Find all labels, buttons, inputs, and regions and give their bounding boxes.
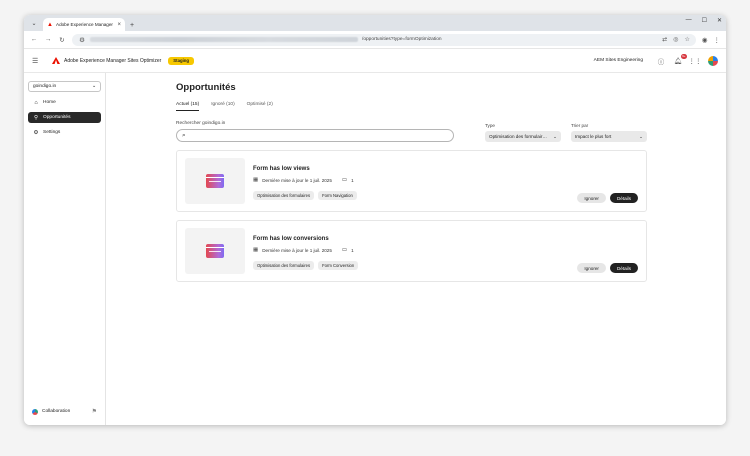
search-label: Rechercher goindigo.in bbox=[176, 121, 226, 126]
feedback-flag-icon[interactable]: ⚑ bbox=[92, 408, 97, 415]
details-button[interactable]: Détails bbox=[609, 263, 638, 273]
chevron-down-icon: ⌄ bbox=[553, 133, 557, 139]
card-thumbnail bbox=[185, 228, 245, 274]
tab-title: Adobe Experience Manager Sit… bbox=[56, 22, 114, 27]
collaboration-link[interactable]: Collaboration ⚑ bbox=[32, 408, 97, 415]
tag: Optimisation des formulaires bbox=[253, 261, 315, 270]
apps-grid-icon[interactable]: ⋮⋮ bbox=[689, 57, 702, 65]
close-tab-icon[interactable]: × bbox=[117, 22, 121, 28]
adobe-favicon-icon: ▲ bbox=[47, 21, 53, 28]
tab-ignored[interactable]: Ignoré (10) bbox=[211, 102, 234, 111]
browser-window: ⌄ ▲ Adobe Experience Manager Sit… × + — … bbox=[24, 15, 726, 425]
close-window-icon[interactable]: ✕ bbox=[717, 17, 722, 24]
details-button[interactable]: Détails bbox=[609, 193, 638, 203]
sidebar-item-label: Home bbox=[43, 100, 56, 105]
site-picker-value: goindigo.in bbox=[33, 84, 57, 89]
maximize-icon[interactable]: ☐ bbox=[702, 17, 707, 24]
site-picker[interactable]: goindigo.in ⌄ bbox=[28, 81, 101, 92]
gear-icon: ⚙ bbox=[33, 129, 39, 136]
minimize-icon[interactable]: — bbox=[686, 17, 692, 24]
status-tabs: Actuel (15) Ignoré (10) Optimisé (2) bbox=[176, 102, 726, 111]
page-count-icon: ▭ bbox=[341, 177, 348, 183]
calendar-icon: ▦ bbox=[253, 177, 259, 183]
main-content: Opportunités Actuel (15) Ignoré (10) Opt… bbox=[106, 73, 726, 425]
staging-badge: Staging bbox=[168, 56, 195, 65]
tab-current[interactable]: Actuel (15) bbox=[176, 102, 200, 111]
ignore-button[interactable]: Ignorer bbox=[577, 263, 606, 273]
bookmark-star-icon[interactable]: ☆ bbox=[684, 36, 689, 43]
search-box[interactable]: ⌕ bbox=[176, 129, 454, 142]
form-icon bbox=[206, 174, 224, 188]
url-input[interactable]: ⚙ /opportunities?type=formOptimization ⇄… bbox=[72, 33, 696, 46]
search-input[interactable] bbox=[189, 133, 448, 138]
back-icon[interactable]: ← bbox=[30, 36, 38, 43]
forward-icon[interactable]: → bbox=[44, 36, 52, 43]
new-tab-icon[interactable]: + bbox=[127, 19, 137, 31]
tab-strip: ⌄ ▲ Adobe Experience Manager Sit… × + — … bbox=[24, 15, 726, 31]
adobe-logo-icon bbox=[52, 57, 60, 64]
card-title: Form has low views bbox=[253, 166, 310, 172]
hamburger-menu-icon[interactable]: ☰ bbox=[32, 57, 44, 65]
translate-icon[interactable]: ⇄ bbox=[662, 36, 667, 43]
tag: Form Conversion bbox=[318, 261, 359, 270]
card-updated: Dernière mise à jour le 1 juil. 2025 bbox=[262, 177, 332, 183]
reload-icon[interactable]: ↻ bbox=[58, 36, 66, 44]
browser-tab[interactable]: ▲ Adobe Experience Manager Sit… × bbox=[43, 18, 125, 31]
sort-label: Trier par bbox=[571, 123, 589, 128]
sidebar-item-label: Opportunités bbox=[43, 115, 71, 120]
help-icon[interactable]: ⓘ bbox=[657, 57, 665, 66]
bell-icon[interactable]: 🔔︎ 9+ bbox=[674, 53, 687, 65]
sidebar-item-label: Settings bbox=[43, 130, 61, 135]
org-switcher[interactable]: AEM Sites Engineering bbox=[594, 58, 643, 63]
more-menu-icon[interactable]: ⋮ bbox=[714, 36, 721, 44]
search-icon: ⌕ bbox=[182, 131, 186, 139]
page-count-icon: ▭ bbox=[341, 247, 348, 253]
sort-value: Impact le plus fort bbox=[575, 134, 612, 139]
card-count: 1 bbox=[351, 247, 354, 253]
filters-row: Rechercher goindigo.in ⌕ Type Optimisati… bbox=[176, 121, 647, 142]
chevron-down-icon: ⌄ bbox=[91, 84, 96, 89]
tab-optimized[interactable]: Optimisé (2) bbox=[247, 102, 273, 111]
sidebar-item-home[interactable]: ⌂ Home bbox=[28, 97, 101, 108]
opportunity-card[interactable]: Form has low views ▦ Dernière mise à jou… bbox=[176, 150, 647, 212]
url-path: /opportunities?type=formOptimization bbox=[362, 37, 442, 42]
eye-off-icon[interactable]: ◎ bbox=[673, 36, 678, 43]
chevron-down-icon: ⌄ bbox=[639, 133, 643, 139]
form-icon bbox=[206, 244, 224, 258]
app-name: Adobe Experience Manager Sites Optimizer bbox=[64, 57, 162, 64]
card-count: 1 bbox=[351, 177, 354, 183]
address-bar: ← → ↻ ⚙ /opportunities?type=formOptimiza… bbox=[24, 31, 726, 49]
notification-count: 9+ bbox=[680, 53, 687, 59]
card-updated: Dernière mise à jour le 1 juil. 2025 bbox=[262, 247, 332, 253]
type-value: Optimisation des formulair… bbox=[489, 134, 547, 139]
opportunities-icon: ⚲ bbox=[33, 114, 39, 121]
avatar[interactable] bbox=[708, 55, 718, 66]
card-thumbnail bbox=[185, 158, 245, 204]
sidebar-item-settings[interactable]: ⚙ Settings bbox=[28, 127, 101, 138]
opportunity-card[interactable]: Form has low conversions ▦ Dernière mise… bbox=[176, 220, 647, 282]
page-title: Opportunités bbox=[176, 82, 236, 93]
calendar-icon: ▦ bbox=[253, 247, 259, 253]
window-controls: — ☐ ✕ bbox=[686, 17, 722, 24]
tab-search-icon[interactable]: ⌄ bbox=[28, 17, 40, 29]
collaboration-label: Collaboration bbox=[42, 409, 71, 414]
sort-dropdown[interactable]: Impact le plus fort ⌄ bbox=[571, 131, 647, 142]
sidebar-item-opportunities[interactable]: ⚲ Opportunités bbox=[28, 112, 101, 123]
type-dropdown[interactable]: Optimisation des formulair… ⌄ bbox=[485, 131, 561, 142]
tag: Optimisation des formulaires bbox=[253, 191, 315, 200]
type-label: Type bbox=[485, 123, 495, 128]
blurred-url-domain bbox=[90, 37, 358, 42]
home-icon: ⌂ bbox=[34, 99, 38, 106]
tag: Form Navigation bbox=[318, 191, 357, 200]
app-header: ☰ Adobe Experience Manager Sites Optimiz… bbox=[24, 49, 726, 73]
card-title: Form has low conversions bbox=[253, 236, 329, 242]
collaboration-icon bbox=[32, 408, 38, 415]
site-info-icon[interactable]: ⚙ bbox=[78, 36, 86, 44]
ignore-button[interactable]: Ignorer bbox=[577, 193, 606, 203]
sidebar: goindigo.in ⌄ ⌂ Home ⚲ Opportunités ⚙ Se… bbox=[24, 73, 106, 425]
profile-icon[interactable]: ◉ bbox=[702, 36, 708, 44]
